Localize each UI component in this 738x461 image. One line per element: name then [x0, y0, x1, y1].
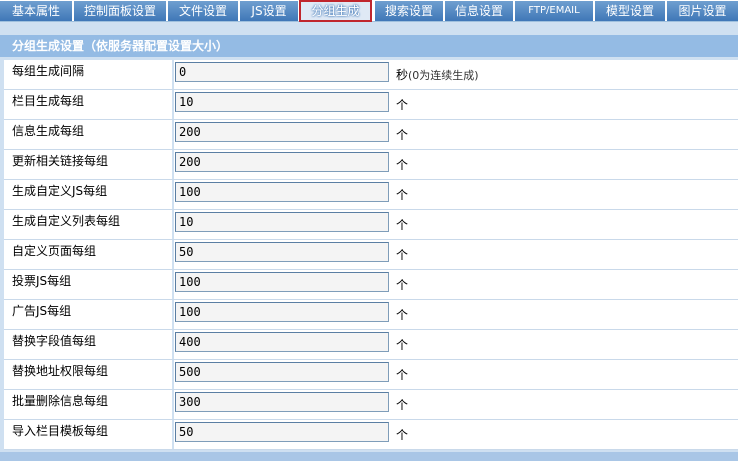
field-cell: 个 — [174, 210, 738, 239]
setting-row-generate-interval: 每组生成间隔 秒(0为连续生成) — [4, 60, 738, 90]
field-cell: 个 — [174, 390, 738, 419]
setting-row-replace-field-per-group: 替换字段值每组 个 — [4, 330, 738, 360]
unit-note: (0为连续生成) — [408, 69, 479, 82]
setting-row-replace-address-per-group: 替换地址权限每组 个 — [4, 360, 738, 390]
field-label: 投票JS每组 — [4, 270, 172, 299]
field-cell: 个 — [174, 150, 738, 179]
vote-js-per-group-input[interactable] — [175, 272, 389, 292]
setting-row-related-links-per-group: 更新相关链接每组 个 — [4, 150, 738, 180]
setting-row-info-per-group: 信息生成每组 个 — [4, 120, 738, 150]
tab-js-settings[interactable]: JS设置 — [240, 1, 298, 21]
unit-label: 个 — [396, 338, 409, 352]
unit-label: 个 — [396, 188, 409, 202]
setting-row-custom-js-per-group: 生成自定义JS每组 个 — [4, 180, 738, 210]
generate-interval-input[interactable] — [175, 62, 389, 82]
tab-file-settings[interactable]: 文件设置 — [168, 1, 238, 21]
field-label: 导入栏目模板每组 — [4, 420, 172, 449]
setting-row-custom-list-per-group: 生成自定义列表每组 个 — [4, 210, 738, 240]
field-label: 批量删除信息每组 — [4, 390, 172, 419]
import-template-per-group-input[interactable] — [175, 422, 389, 442]
field-label: 更新相关链接每组 — [4, 150, 172, 179]
settings-tabbar: 基本属性 控制面板设置 文件设置 JS设置 分组生成 搜索设置 信息设置 FTP… — [0, 0, 738, 22]
unit-text: 秒 — [396, 68, 409, 82]
setting-row-custom-page-per-group: 自定义页面每组 个 — [4, 240, 738, 270]
tab-search-settings[interactable]: 搜索设置 — [375, 1, 443, 21]
custom-page-per-group-input[interactable] — [175, 242, 389, 262]
tab-group-generate[interactable]: 分组生成 — [299, 0, 372, 22]
custom-list-per-group-input[interactable] — [175, 212, 389, 232]
field-cell: 个 — [174, 120, 738, 149]
unit-label: 个 — [396, 308, 409, 322]
field-cell: 秒(0为连续生成) — [174, 60, 738, 89]
replace-field-per-group-input[interactable] — [175, 332, 389, 352]
tab-label: JS设置 — [251, 4, 287, 18]
panel-bottom-edge — [0, 452, 738, 461]
field-label: 广告JS每组 — [4, 300, 172, 329]
tab-control-panel[interactable]: 控制面板设置 — [74, 1, 166, 21]
info-per-group-input[interactable] — [175, 122, 389, 142]
setting-row-ad-js-per-group: 广告JS每组 个 — [4, 300, 738, 330]
field-cell: 个 — [174, 240, 738, 269]
unit-label: 个 — [396, 428, 409, 442]
field-cell: 个 — [174, 90, 738, 119]
tab-label: 文件设置 — [178, 4, 227, 18]
tab-label: 分组生成 — [311, 4, 360, 18]
field-label: 替换字段值每组 — [4, 330, 172, 359]
tab-image-settings[interactable]: 图片设置 — [667, 1, 738, 21]
batch-delete-per-group-input[interactable] — [175, 392, 389, 412]
unit-label: 个 — [396, 278, 409, 292]
unit-label: 个 — [396, 158, 409, 172]
field-cell: 个 — [174, 360, 738, 389]
field-label: 自定义页面每组 — [4, 240, 172, 269]
field-label: 生成自定义JS每组 — [4, 180, 172, 209]
related-links-per-group-input[interactable] — [175, 152, 389, 172]
tab-label: 控制面板设置 — [83, 4, 156, 18]
tab-label: 模型设置 — [605, 4, 654, 18]
unit-label: 秒(0为连续生成) — [396, 66, 479, 83]
tab-label: 搜索设置 — [384, 4, 433, 18]
field-label: 每组生成间隔 — [4, 60, 172, 89]
panel-title: 分组生成设置（依服务器配置设置大小） — [0, 35, 738, 57]
unit-label: 个 — [396, 218, 409, 232]
settings-rows: 每组生成间隔 秒(0为连续生成) 栏目生成每组 个 信息生成每组 个 更新相关链… — [4, 60, 738, 450]
unit-label: 个 — [396, 98, 409, 112]
unit-label: 个 — [396, 398, 409, 412]
unit-label: 个 — [396, 248, 409, 262]
tab-ftp-email[interactable]: FTP/EMAIL — [515, 1, 593, 21]
tab-model-settings[interactable]: 模型设置 — [595, 1, 665, 21]
setting-row-batch-delete-per-group: 批量删除信息每组 个 — [4, 390, 738, 420]
tab-info-settings[interactable]: 信息设置 — [445, 1, 513, 21]
tab-label: FTP/EMAIL — [528, 5, 580, 16]
replace-address-per-group-input[interactable] — [175, 362, 389, 382]
field-cell: 个 — [174, 270, 738, 299]
setting-row-vote-js-per-group: 投票JS每组 个 — [4, 270, 738, 300]
tab-label: 基本属性 — [11, 4, 60, 18]
field-cell: 个 — [174, 420, 738, 449]
field-cell: 个 — [174, 300, 738, 329]
unit-label: 个 — [396, 368, 409, 382]
unit-label: 个 — [396, 128, 409, 142]
class-per-group-input[interactable] — [175, 92, 389, 112]
field-label: 信息生成每组 — [4, 120, 172, 149]
field-label: 栏目生成每组 — [4, 90, 172, 119]
setting-row-class-per-group: 栏目生成每组 个 — [4, 90, 738, 120]
field-cell: 个 — [174, 180, 738, 209]
tab-label: 信息设置 — [454, 4, 503, 18]
custom-js-per-group-input[interactable] — [175, 182, 389, 202]
tab-basic-properties[interactable]: 基本属性 — [0, 1, 72, 21]
field-cell: 个 — [174, 330, 738, 359]
tab-label: 图片设置 — [678, 4, 727, 18]
field-label: 替换地址权限每组 — [4, 360, 172, 389]
ad-js-per-group-input[interactable] — [175, 302, 389, 322]
setting-row-import-template-per-group: 导入栏目模板每组 个 — [4, 420, 738, 450]
field-label: 生成自定义列表每组 — [4, 210, 172, 239]
